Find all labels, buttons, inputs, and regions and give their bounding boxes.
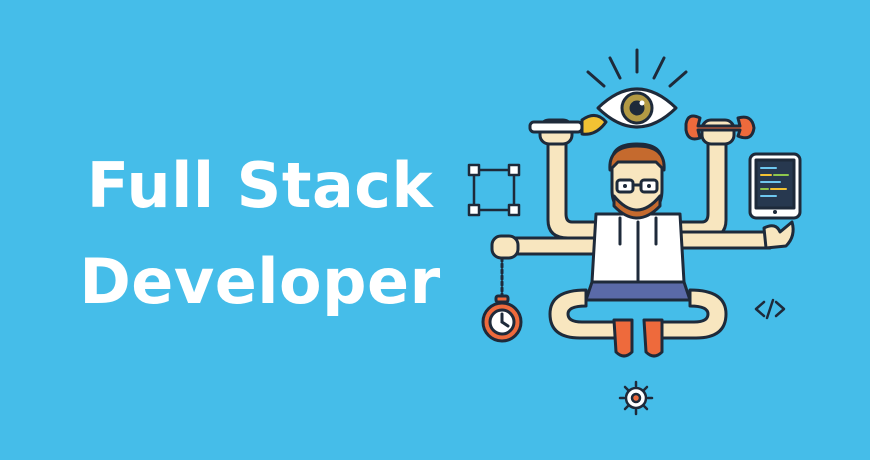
gear-icon (618, 380, 654, 416)
head (608, 142, 666, 220)
eye-rays (586, 48, 688, 88)
legs (548, 280, 728, 358)
hand-right-lower (762, 220, 795, 250)
pocket-watch-icon (481, 294, 523, 343)
banner: Full Stack Developer (0, 0, 870, 460)
developer-illustration (467, 48, 802, 416)
code-brackets-icon (754, 298, 786, 320)
paintbrush-icon (528, 114, 608, 136)
hand-left-lower (490, 234, 520, 298)
eye-icon (596, 87, 678, 129)
hand-right-upper (700, 118, 736, 146)
selection-box-icon (467, 163, 521, 217)
torso (590, 212, 686, 284)
tablet-icon (748, 152, 802, 220)
